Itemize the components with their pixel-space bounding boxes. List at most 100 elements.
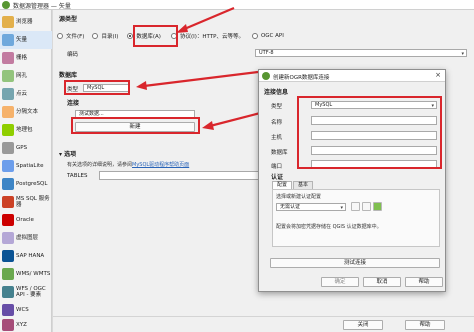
sidebar-item-mssql[interactable]: MS SQL 服务器 [0, 193, 52, 211]
options-title: ▾ 选项 [59, 151, 77, 158]
database-label: 数据库 [271, 150, 288, 156]
sidebar-item-browser[interactable]: 浏览器 [0, 13, 52, 31]
sidebar-item-virtual-layer[interactable]: 虚拟图层 [0, 229, 52, 247]
auth-config-value: 无需认证 [280, 204, 301, 210]
radio-circle[interactable] [92, 33, 99, 39]
sidebar-item-label: SpatiaLite [16, 163, 44, 169]
highlight-new-button [71, 117, 200, 134]
close-icon[interactable]: × [435, 71, 441, 79]
sidebar-item-label: Oracle [16, 217, 34, 223]
radio-label: OGC API [260, 33, 284, 39]
test-connection-button[interactable]: 测试连接 [270, 258, 440, 268]
sidebar-item-label: WFS / OGC API - 要素 [16, 286, 46, 298]
sidebar-item-label: GPS [16, 145, 28, 151]
sidebar-item-label: 栅格 [16, 55, 28, 61]
main-bottom-bar: 关闭 帮助 [53, 316, 474, 332]
spatialite-icon [2, 160, 14, 172]
arrow-to-type-select [136, 70, 259, 90]
dialog-help-button[interactable]: 帮助 [405, 277, 443, 287]
options-title-text: 选项 [64, 151, 77, 158]
wms-icon [2, 268, 14, 280]
radio-label: 目录(I) [101, 34, 119, 40]
sidebar-item-mesh[interactable]: 网孔 [0, 67, 52, 85]
edit-auth-icon[interactable] [351, 202, 360, 211]
sidebar-item-label: 浏览器 [16, 19, 33, 25]
wfs-icon [2, 286, 14, 298]
virtual-layer-icon [2, 232, 14, 244]
mssql-icon [2, 196, 14, 208]
sidebar-item-wfs[interactable]: WFS / OGC API - 要素 [0, 283, 52, 301]
close-button[interactable]: 关闭 [343, 320, 383, 330]
sidebar-item-delimited-text[interactable]: 分隔文本 [0, 103, 52, 121]
wcs-icon [2, 304, 14, 316]
main-window-title: 数据源管理器 — 矢量 [13, 3, 71, 10]
host-label: 主机 [271, 135, 283, 141]
radio-directory[interactable]: 目录(I) [92, 32, 118, 40]
connection-info-title: 连接信息 [264, 89, 289, 96]
sidebar-item-label: WMS/ WMTS [16, 271, 51, 277]
arrow-to-database-radio [176, 6, 235, 33]
auth-config-select[interactable]: 无需认证 ▾ [276, 203, 346, 211]
sidebar-item-label: PostgreSQL [16, 181, 48, 187]
sap-hana-icon [2, 250, 14, 262]
source-type-title: 源类型 [59, 16, 78, 23]
oracle-icon [2, 214, 14, 226]
raster-icon [2, 52, 14, 64]
xyz-icon [2, 319, 14, 331]
mysql-driver-help-link[interactable]: MySQL驱动程序帮助页面 [132, 162, 189, 168]
encoding-label: 编码 [67, 52, 79, 58]
mesh-icon [2, 70, 14, 82]
sidebar-item-label: 点云 [16, 91, 28, 97]
tab-config[interactable]: 配置 [272, 181, 293, 189]
tables-input[interactable] [99, 171, 279, 180]
folder-browser-icon [2, 16, 14, 28]
vector-icon [2, 34, 14, 46]
options-help-text: 有关选项的详细说明，请参阅MySQL驱动程序帮助页面 [67, 161, 189, 168]
sidebar-item-geopackage[interactable]: 地理包 [0, 121, 52, 139]
highlight-dialog-fields [297, 96, 442, 169]
highlight-type-select [64, 80, 130, 95]
sidebar-item-raster[interactable]: 栅格 [0, 49, 52, 67]
sidebar-item-label: WCS [16, 307, 29, 313]
radio-file[interactable]: 文件(F) [57, 32, 84, 40]
auth-panel: 选择或新建认证配置 无需认证 ▾ 配置会将加密凭据存储在 QGIS 认证数据库中… [272, 189, 440, 247]
chevron-down-icon: ▾ [340, 205, 343, 211]
encoding-value: UTF-8 [259, 50, 274, 56]
help-button[interactable]: 帮助 [405, 320, 445, 330]
sidebar-item-gps[interactable]: GPS [0, 139, 52, 157]
sidebar-item-point-cloud[interactable]: 点云 [0, 85, 52, 103]
sidebar-item-oracle[interactable]: Oracle [0, 211, 52, 229]
point-cloud-icon [2, 88, 14, 100]
sidebar-item-label: 分隔文本 [16, 109, 39, 115]
radio-circle[interactable] [251, 33, 258, 39]
sidebar-item-label: 网孔 [16, 73, 28, 79]
remove-auth-icon[interactable] [362, 202, 371, 211]
cancel-button[interactable]: 取消 [363, 277, 401, 287]
tables-label: TABLES [67, 173, 88, 179]
auth-tabs: 配置 基本 [272, 181, 314, 189]
sidebar-item-label: MS SQL 服务器 [16, 196, 50, 208]
auth-note: 配置会将加密凭据存储在 QGIS 认证数据库中。 [276, 224, 382, 230]
radio-circle[interactable] [57, 33, 63, 39]
delimited-text-icon [2, 106, 14, 118]
database-title: 数据库 [59, 72, 78, 79]
sidebar-item-label: 地理包 [16, 127, 33, 133]
encoding-select[interactable]: UTF-8 ▾ [255, 49, 467, 57]
sidebar-item-sap-hana[interactable]: SAP HANA [0, 247, 52, 265]
sidebar-item-label: XYZ [16, 322, 27, 328]
options-help-prefix: 有关选项的详细说明，请参阅 [67, 162, 133, 168]
add-auth-icon[interactable] [373, 202, 382, 211]
sidebar-item-postgresql[interactable]: PostgreSQL [0, 175, 52, 193]
sidebar-item-wms[interactable]: WMS/ WMTS [0, 265, 52, 283]
port-label: 端口 [271, 164, 283, 170]
sidebar-item-xyz[interactable]: XYZ [0, 316, 52, 332]
tab-basic[interactable]: 基本 [293, 181, 314, 189]
sidebar-item-vector[interactable]: 矢量 [0, 31, 52, 49]
radio-ogc-api[interactable]: OGC API [251, 33, 284, 39]
dialog-type-label: 类型 [271, 104, 283, 110]
dialog-title: 创建新OGR数据库连接 [273, 75, 330, 81]
sidebar-item-spatialite[interactable]: SpatiaLite [0, 157, 52, 175]
connection-title: 连接 [67, 100, 80, 107]
ok-button[interactable]: 确定 [321, 277, 359, 287]
sidebar-item-label: 矢量 [16, 37, 28, 43]
